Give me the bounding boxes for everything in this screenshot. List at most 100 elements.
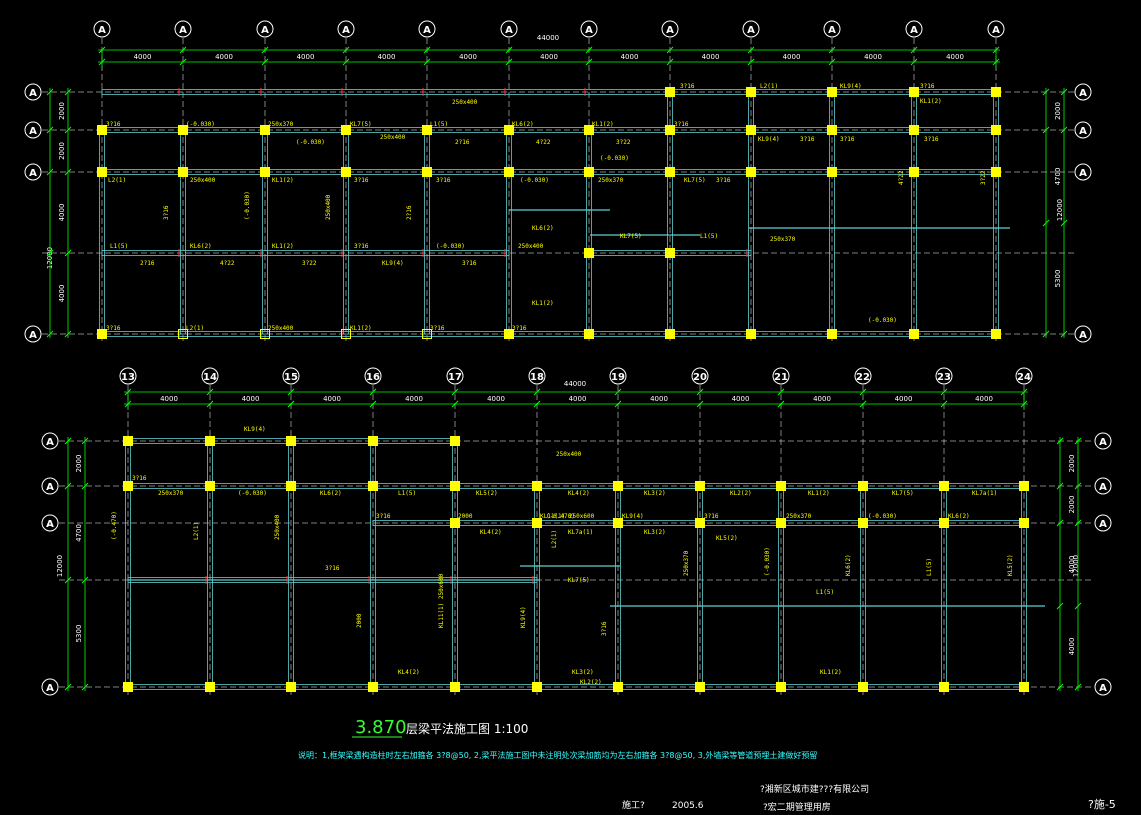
top-beam-label: 2?16 xyxy=(406,205,413,220)
bottom-axis-label: 20 xyxy=(693,372,707,383)
top-right-dim-text: 4700 xyxy=(1054,168,1062,186)
drawing-number: ?施-5 xyxy=(1088,798,1116,811)
title-elevation: 3.870 xyxy=(355,717,407,738)
top-column xyxy=(665,167,675,177)
bottom-column xyxy=(123,682,133,692)
top-column xyxy=(178,167,188,177)
top-column xyxy=(991,329,1001,339)
top-beam-label: KL7(5) xyxy=(620,233,642,240)
top-column xyxy=(827,87,837,97)
top-beam-label: 3?16 xyxy=(436,177,451,184)
top-beam-label: 3?22 xyxy=(980,170,987,185)
top-left-dim-text: 4000 xyxy=(58,285,66,303)
bottom-column xyxy=(286,682,296,692)
top-beam-label: 3?16 xyxy=(106,325,121,332)
top-beam-label: 250x400 xyxy=(518,243,544,250)
bottom-column xyxy=(776,481,786,491)
bottom-beam-label: 3?16 xyxy=(132,475,147,482)
top-beam-label: 3?16 xyxy=(106,121,121,128)
top-span-dim: 4000 xyxy=(540,53,558,61)
bottom-span-dim: 4000 xyxy=(405,395,423,403)
top-axis-label: A xyxy=(828,25,836,36)
bottom-column xyxy=(123,436,133,446)
bottom-beam-label: KL11(1) 250x600 xyxy=(540,513,595,520)
bottom-beam-label: KL6(2) xyxy=(320,490,342,497)
top-axis-label: A xyxy=(342,25,350,36)
bottom-beam-label: 250x400 xyxy=(556,451,582,458)
bottom-row-label: A xyxy=(46,482,54,493)
bottom-axis-label: 15 xyxy=(284,372,298,383)
top-span-dim: 4000 xyxy=(378,53,396,61)
bottom-beam-label: KL4(2) xyxy=(398,669,420,676)
top-column xyxy=(746,167,756,177)
top-span-dim: 4000 xyxy=(946,53,964,61)
top-beam-label: 3?16 xyxy=(680,83,695,90)
bottom-span-dim: 4000 xyxy=(323,395,341,403)
top-beam-label: (-0.030) xyxy=(296,139,325,146)
top-left-dim-text: 4000 xyxy=(58,204,66,222)
bottom-beam-label: KL7a(1) xyxy=(972,490,997,497)
bottom-column xyxy=(532,481,542,491)
top-span-dim: 4000 xyxy=(621,53,639,61)
top-row-label: A xyxy=(1079,126,1087,137)
bottom-column xyxy=(613,481,623,491)
bottom-left-total-dimension: 12000 xyxy=(56,555,64,577)
top-column xyxy=(260,167,270,177)
top-column xyxy=(746,87,756,97)
bottom-total-dimension: 44000 xyxy=(564,380,586,388)
bottom-beam-label: 250x370 xyxy=(158,490,184,497)
bottom-column xyxy=(532,682,542,692)
top-beam-label: 3?16 xyxy=(840,136,855,143)
top-span-dim: 4000 xyxy=(297,53,315,61)
top-beam-label: 3?16 xyxy=(163,205,170,220)
bottom-beam-label: KL9(4) xyxy=(244,426,266,433)
top-beam-label: KL1(2) xyxy=(272,243,294,250)
top-beam-label: 3?16 xyxy=(430,325,445,332)
bottom-column xyxy=(695,481,705,491)
top-column xyxy=(991,125,1001,135)
top-beam-label: 250x400 xyxy=(380,134,406,141)
top-beam-label: 250x400 xyxy=(268,325,294,332)
top-row-label: A xyxy=(29,168,37,179)
top-right-dim-text: 2000 xyxy=(1054,102,1062,120)
top-right-total-dimension: 12000 xyxy=(1056,199,1064,221)
bottom-beam-label: KL1(2) xyxy=(820,669,842,676)
bottom-column xyxy=(205,682,215,692)
bottom-left-dim-text: 5300 xyxy=(75,625,83,643)
top-beam-label: KL7(5) xyxy=(350,121,372,128)
bottom-right-dim-text: 2000 xyxy=(1068,496,1076,514)
bottom-right-dim-text: 4000 xyxy=(1068,556,1076,574)
bottom-column xyxy=(368,481,378,491)
top-column xyxy=(97,167,107,177)
top-beam-label: KL1(2) xyxy=(350,325,372,332)
bottom-column xyxy=(286,436,296,446)
bottom-column xyxy=(450,481,460,491)
top-beam-label: KL1(2) xyxy=(532,300,554,307)
top-span-dim: 4000 xyxy=(864,53,882,61)
bottom-beam-label: KL9(4) xyxy=(520,606,527,628)
bottom-beam-label: KL7a(1) xyxy=(568,529,593,536)
top-beam-label: KL1(2) xyxy=(920,98,942,105)
top-beam-label: 250x400 xyxy=(325,194,332,220)
top-beam-label: 250x370 xyxy=(598,177,624,184)
top-beam-label: 250x370 xyxy=(770,236,796,243)
top-beam-label: KL9(4) xyxy=(758,136,780,143)
top-column xyxy=(909,329,919,339)
top-beam-label: 3?16 xyxy=(674,121,689,128)
top-column xyxy=(909,167,919,177)
bottom-beam-label: KL4(2) xyxy=(568,490,590,497)
title-text: 层梁平法施工图 1:100 xyxy=(406,721,528,736)
top-column xyxy=(665,248,675,258)
top-column xyxy=(827,329,837,339)
bottom-right-dim-text: 4000 xyxy=(1068,638,1076,656)
bottom-beam-label: KL1(2) xyxy=(808,490,830,497)
bottom-column xyxy=(939,481,949,491)
bottom-column xyxy=(858,682,868,692)
drawing-date: 2005.6 xyxy=(672,801,704,811)
top-beam-label: 3?16 xyxy=(920,83,935,90)
top-beam-label: (-0.030) xyxy=(520,177,549,184)
bottom-right-dim-text: 2000 xyxy=(1068,455,1076,473)
bottom-column xyxy=(205,436,215,446)
top-axis-label: A xyxy=(910,25,918,36)
top-beam-label: 3?16 xyxy=(716,177,731,184)
